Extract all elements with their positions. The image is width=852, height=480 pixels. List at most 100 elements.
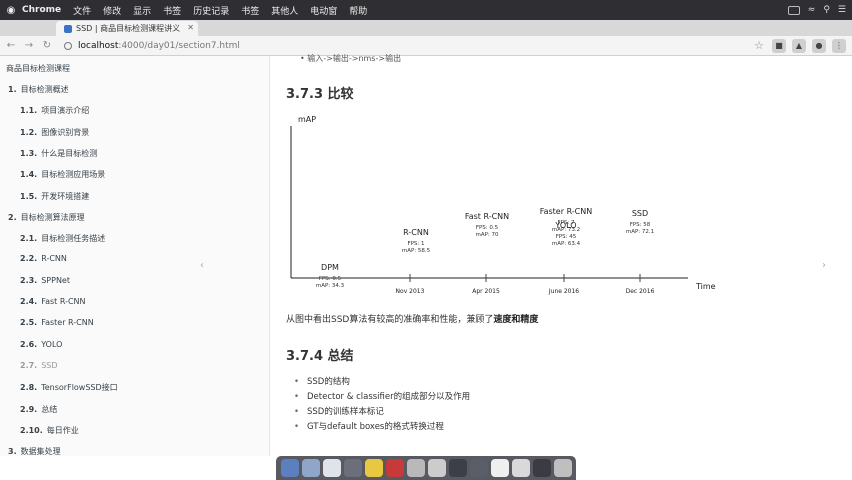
point-fps-label: FPS: 45	[556, 234, 577, 240]
prev-page-icon[interactable]: ‹	[200, 260, 204, 271]
next-page-icon[interactable]: ›	[822, 260, 826, 271]
app-icon[interactable]	[469, 459, 488, 477]
info-icon[interactable]	[64, 41, 72, 50]
sidebar-item-number: 1.2.	[20, 127, 38, 137]
sidebar-item[interactable]: 2.3. SPPNet	[20, 276, 70, 285]
sidebar-item-label: 项目演示介绍	[41, 106, 90, 116]
point-map-label: mAP: 63.4	[552, 241, 581, 247]
point-fps-label: FPS: 0.5	[319, 276, 342, 282]
sidebar-item[interactable]: 3. 数据集处理	[8, 446, 61, 457]
app-icon[interactable]	[343, 459, 362, 477]
sidebar-item-label: TensorFlowSSD接口	[41, 383, 118, 393]
menu-people[interactable]: 其他人	[271, 4, 298, 17]
menu-history[interactable]: 历史记录	[193, 4, 229, 17]
pycharm-icon[interactable]	[385, 459, 404, 477]
browser-tab[interactable]: SSD | 商品目标检测课程讲义 ✕	[56, 21, 198, 36]
point-name-label: SSD	[632, 209, 648, 218]
trash-icon[interactable]	[553, 459, 572, 477]
sidebar-item[interactable]: 1.2. 图像识别背景	[20, 127, 89, 138]
sidebar-item[interactable]: 2. 目标检测算法原理	[8, 212, 85, 223]
sidebar-item[interactable]: 1.1. 项目演示介绍	[20, 105, 89, 116]
forward-icon[interactable]: →	[22, 40, 36, 51]
point-name-label: Faster R-CNN	[540, 207, 593, 216]
x-tick-label: June 2016	[548, 288, 579, 295]
extension-icon[interactable]: ■	[772, 39, 786, 53]
sidebar-item-label: 目标检测任务描述	[41, 234, 106, 244]
sidebar-item-label: Fast R-CNN	[41, 297, 86, 306]
sidebar-item[interactable]: 2.2. R-CNN	[20, 254, 67, 263]
sidebar-item-label: SSD	[41, 360, 58, 370]
launchpad-icon[interactable]	[301, 459, 320, 477]
sidebar-item-label: 目标检测算法原理	[20, 212, 85, 222]
preferences-icon[interactable]	[406, 459, 425, 477]
sidebar-item[interactable]: 1.4. 目标检测应用场景	[20, 169, 105, 180]
point-name-label: DPM	[321, 263, 339, 272]
sidebar-item[interactable]: 2.10. 每日作业	[20, 425, 79, 436]
favicon-icon	[64, 24, 72, 33]
apple-icon[interactable]: ◉	[0, 5, 22, 16]
menu-file[interactable]: 文件	[73, 4, 91, 17]
menu-help[interactable]: 帮助	[349, 4, 367, 17]
point-map-label: mAP: 58.5	[402, 248, 431, 254]
address-bar[interactable]: localhost :4000/day01/section7.html	[64, 41, 240, 51]
chrome-icon[interactable]	[364, 459, 383, 477]
battery-icon[interactable]	[787, 5, 800, 15]
comparison-description: 从图中看出SSD算法有较高的准确率和性能，兼顾了速度和精度	[286, 312, 538, 325]
book-title[interactable]: 商品目标检测课程	[6, 63, 70, 74]
address-path: :4000/day01/section7.html	[118, 40, 240, 51]
point-name-label: R-CNN	[403, 228, 429, 237]
clock-icon[interactable]	[427, 459, 446, 477]
menu-bookmarks-b[interactable]: 书签	[241, 4, 259, 17]
menu-edit[interactable]: 修改	[103, 4, 121, 17]
sidebar-item[interactable]: 2.1. 目标检测任务描述	[20, 233, 105, 244]
sidebar-item-label: 目标检测概述	[20, 85, 69, 94]
menu-chrome[interactable]: Chrome	[22, 5, 61, 15]
sidebar-item-label: YOLO	[41, 339, 63, 349]
x-tick-label: Nov 2013	[396, 288, 425, 295]
x-axis-label: Time	[695, 282, 716, 291]
search-icon[interactable]: ⚲	[823, 5, 830, 15]
point-fps-label: FPS: 58	[630, 222, 651, 228]
sidebar-item[interactable]: 2.8. TensorFlowSSD接口	[20, 382, 118, 393]
bookmark-star-icon[interactable]: ☆	[752, 39, 766, 53]
list-item: SSD的训练样本标记	[294, 405, 470, 420]
back-icon[interactable]: ←	[4, 40, 18, 51]
description-text: 从图中看出SSD算法有较高的准确率和性能，兼顾了	[286, 315, 494, 325]
sidebar-item[interactable]: 1. 目标检测概述	[8, 84, 69, 95]
sidebar-item[interactable]: 1.5. 开发环境搭建	[20, 191, 89, 202]
sidebar-item-number: 1.	[8, 85, 17, 94]
app-icon[interactable]	[511, 459, 530, 477]
menu-more-icon[interactable]: ⋮	[832, 39, 846, 53]
sidebar-item[interactable]: 2.5. Faster R-CNN	[20, 318, 94, 327]
list-item: SSD的结构	[294, 375, 470, 390]
sidebar-item-label: 数据集处理	[20, 447, 61, 457]
wifi-icon[interactable]: ≈	[808, 5, 816, 15]
sidebar-item-number: 2.10.	[20, 425, 43, 435]
app-icon[interactable]	[532, 459, 551, 477]
terminal-icon[interactable]	[448, 459, 467, 477]
menu-view[interactable]: 显示	[133, 4, 151, 17]
sidebar-item-number: 1.5.	[20, 191, 38, 201]
list-item-text: 输入->输出->nms->输出	[307, 54, 402, 63]
sidebar-item-number: 2.	[8, 212, 17, 222]
sidebar-item[interactable]: 2.7. SSD	[20, 361, 58, 370]
finder-icon[interactable]	[280, 459, 299, 477]
menu-window[interactable]: 电动窗	[310, 4, 337, 17]
sidebar-item[interactable]: 1.3. 什么是目标检测	[20, 148, 97, 159]
textedit-icon[interactable]	[490, 459, 509, 477]
safari-icon[interactable]	[322, 459, 341, 477]
book-sidebar: 商品目标检测课程 1. 目标检测概述 1.1. 项目演示介绍 1.2. 图像识别背景 1.3…	[0, 56, 270, 456]
sidebar-item-number: 2.5.	[20, 318, 38, 328]
close-tab-icon[interactable]: ✕	[187, 23, 194, 32]
menu-bookmarks-a[interactable]: 书签	[163, 4, 181, 17]
sidebar-item-number: 2.3.	[20, 275, 38, 285]
extension-icon[interactable]: ▲	[792, 39, 806, 53]
sidebar-item[interactable]: 2.9. 总结	[20, 404, 57, 415]
section-heading-summary: 3.7.4 总结	[286, 349, 354, 364]
menu-bar: ◉ Chrome 文件 修改 显示 书签 历史记录 书签 其他人 电动窗 帮助 …	[0, 0, 852, 20]
extension-icon[interactable]: ●	[812, 39, 826, 53]
sidebar-item[interactable]: 2.6. YOLO	[20, 340, 62, 349]
control-center-icon[interactable]: ☰	[838, 5, 846, 15]
reload-icon[interactable]: ↻	[40, 40, 54, 51]
sidebar-item[interactable]: 2.4. Fast R-CNN	[20, 297, 86, 306]
